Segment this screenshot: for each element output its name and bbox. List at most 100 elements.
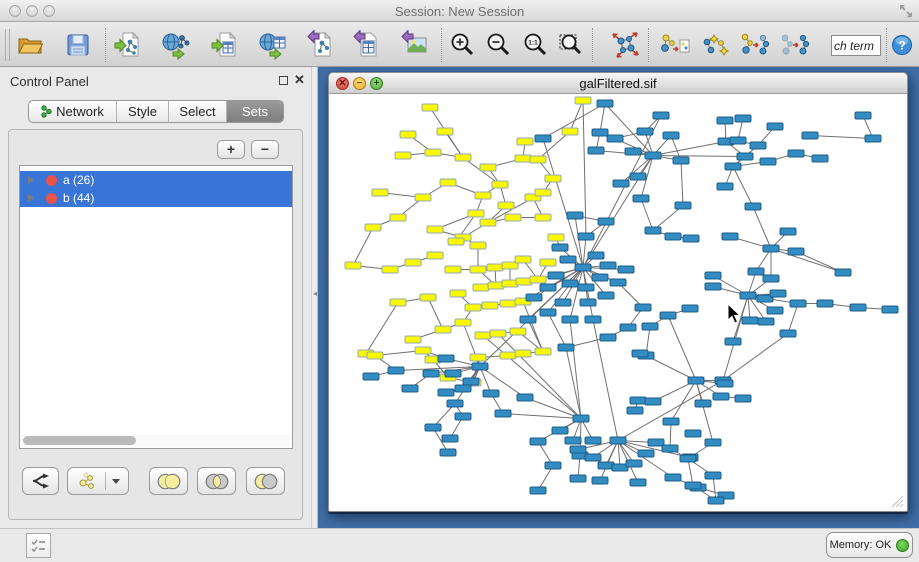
graph-node[interactable] [767,307,783,314]
graph-node[interactable] [567,212,583,219]
graph-node[interactable] [455,319,471,326]
graph-node[interactable] [400,131,416,138]
graph-node[interactable] [680,455,696,462]
graph-node[interactable] [695,400,711,407]
graph-node[interactable] [552,427,568,434]
graph-node[interactable] [515,155,531,162]
graph-node[interactable] [637,128,653,135]
graph-node[interactable] [483,390,499,397]
graph-node[interactable] [626,460,642,467]
save-session-button[interactable] [61,28,95,62]
select-nodes-button[interactable] [698,28,732,62]
graph-node[interactable] [578,284,594,291]
graph-node[interactable] [570,446,586,453]
graph-node[interactable] [745,203,761,210]
graph-node[interactable] [552,244,568,251]
graph-node[interactable] [717,117,733,124]
graph-node[interactable] [682,305,698,312]
graph-node[interactable] [780,330,796,337]
export-network-button[interactable] [303,28,337,62]
graph-node[interactable] [517,394,533,401]
network-view-window[interactable]: ✕ − + galFiltered.sif [328,72,908,512]
graph-node[interactable] [705,472,721,479]
graph-node[interactable] [592,129,608,136]
graph-node[interactable] [750,142,766,149]
graph-node[interactable] [500,352,516,359]
graph-edge[interactable] [428,298,443,330]
close-panel-icon[interactable]: ✕ [294,72,305,88]
graph-edge[interactable] [583,156,653,268]
float-panel-icon[interactable] [279,76,288,85]
graph-node[interactable] [607,135,623,142]
tab-select[interactable]: Select [169,101,227,122]
graph-node[interactable] [540,309,556,316]
graph-edge[interactable] [583,268,593,320]
graph-node[interactable] [545,175,561,182]
graph-edge[interactable] [771,249,843,273]
graph-node[interactable] [530,438,546,445]
graph-node[interactable] [535,348,551,355]
graph-node[interactable] [575,97,591,104]
network-window-titlebar[interactable]: ✕ − + galFiltered.sif [329,73,907,94]
graph-node[interactable] [722,233,738,240]
dropdown-arrow-icon[interactable] [112,479,120,484]
graph-node[interactable] [642,323,658,330]
graph-node[interactable] [495,410,511,417]
graph-node[interactable] [420,294,436,301]
graph-node[interactable] [435,326,451,333]
graph-node[interactable] [802,132,818,139]
graph-node[interactable] [788,248,804,255]
graph-node[interactable] [437,128,453,135]
graph-edge[interactable] [681,161,683,206]
graph-edge[interactable] [670,422,671,449]
graph-node[interactable] [455,413,471,420]
graph-node[interactable] [365,224,381,231]
graph-node[interactable] [835,269,851,276]
graph-node[interactable] [705,272,721,279]
import-network-from-file-button[interactable] [111,28,145,62]
graph-node[interactable] [425,424,441,431]
graph-node[interactable] [427,252,443,259]
graph-node[interactable] [530,156,546,163]
graph-node[interactable] [455,154,471,161]
graph-node[interactable] [545,462,561,469]
graph-node[interactable] [763,245,779,252]
graph-node[interactable] [850,304,866,311]
graph-node[interactable] [817,300,833,307]
graph-edge[interactable] [653,156,745,157]
task-history-button[interactable] [26,533,51,558]
panel-splitter[interactable]: ◂ [311,67,318,528]
graph-node[interactable] [638,450,654,457]
graph-node[interactable] [645,227,661,234]
graph-node[interactable] [597,100,613,107]
graph-node[interactable] [548,272,564,279]
graph-node[interactable] [540,284,556,291]
set-difference-button[interactable] [246,467,285,495]
zoom-fit-content-button[interactable] [553,28,587,62]
graph-node[interactable] [713,393,729,400]
graph-node[interactable] [735,395,751,402]
graph-node[interactable] [500,300,516,307]
graph-node[interactable] [425,149,441,156]
graph-node[interactable] [660,312,676,319]
graph-node[interactable] [855,112,871,119]
graph-node[interactable] [548,234,564,241]
graph-node[interactable] [470,266,486,273]
graph-edge[interactable] [810,136,873,139]
graph-node[interactable] [473,284,489,291]
toolbar-grip[interactable] [5,29,10,61]
graph-node[interactable] [490,330,506,337]
network-canvas[interactable] [330,94,906,510]
import-network-from-web-button[interactable] [159,28,193,62]
graph-node[interactable] [610,279,626,286]
graph-edge[interactable] [600,104,605,133]
graph-node[interactable] [562,280,578,287]
graph-node[interactable] [480,164,496,171]
graph-node[interactable] [372,189,388,196]
graph-node[interactable] [645,152,661,159]
graph-node[interactable] [560,256,576,263]
graph-node[interactable] [683,235,699,242]
graph-edge[interactable] [366,303,398,354]
graph-node[interactable] [812,155,828,162]
graph-edge[interactable] [641,199,653,231]
